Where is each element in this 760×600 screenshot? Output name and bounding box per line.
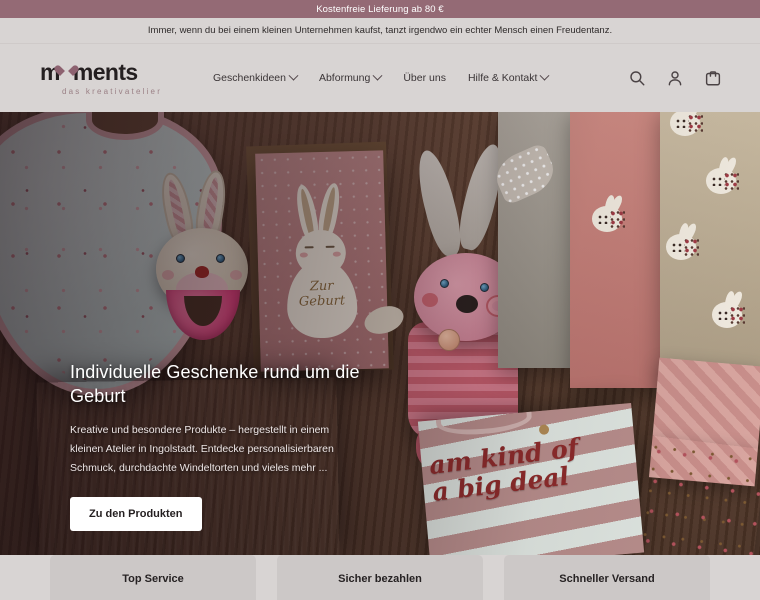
account-icon[interactable]: [666, 69, 684, 87]
service-card-top-service[interactable]: Top Service: [50, 555, 256, 600]
nav-item-ueber-uns[interactable]: Über uns: [403, 72, 446, 84]
nav-label: Hilfe & Kontakt: [467, 72, 538, 84]
service-card-label: Schneller Versand: [559, 573, 655, 585]
hero-banner: Zur Geburt: [0, 112, 760, 555]
nav-label: Geschenkideen: [213, 72, 286, 84]
hero-subtitle: Kreative und besondere Produkte – herges…: [70, 423, 334, 475]
logo-tagline: das kreativatelier: [62, 86, 163, 96]
nav-item-abformung[interactable]: Abformung: [318, 70, 383, 84]
service-card-label: Sicher bezahlen: [338, 573, 422, 585]
service-card-row: Top Service Sicher bezahlen Schneller Ve…: [0, 555, 760, 600]
announcement-sub-text: Immer, wenn du bei einem kleinen Unterne…: [147, 25, 613, 36]
hero-cta-button[interactable]: Zu den Produkten: [70, 496, 202, 531]
nav-item-geschenkideen[interactable]: Geschenkideen: [213, 70, 299, 84]
logo-wordmark: m ments: [40, 58, 185, 85]
service-card-schneller-versand[interactable]: Schneller Versand: [504, 555, 710, 600]
hero-title: Individuelle Geschenke rund um die Gebur…: [70, 362, 360, 407]
header-icon-group: [628, 69, 740, 87]
service-card-sicher-bezahlen[interactable]: Sicher bezahlen: [277, 555, 483, 600]
announcement-bar-top: Kostenfreie Lieferung ab 80 €: [0, 0, 760, 18]
chevron-down-icon: [539, 70, 550, 81]
chevron-down-icon: [288, 70, 299, 81]
nav-item-hilfe-kontakt[interactable]: Hilfe & Kontakt: [467, 70, 550, 84]
site-logo[interactable]: m ments das kreativatelier: [40, 58, 185, 96]
site-header: m ments das kreativatelier Geschenkideen…: [0, 44, 760, 112]
announcement-top-text: Kostenfreie Lieferung ab 80 €: [316, 3, 444, 15]
announcement-bar-secondary: Immer, wenn du bei einem kleinen Unterne…: [0, 18, 760, 44]
search-icon[interactable]: [628, 69, 646, 87]
nav-label: Über uns: [403, 72, 446, 84]
logo-word-post: ments: [72, 58, 138, 85]
heart-icon: [60, 65, 73, 77]
main-navigation: Geschenkideen Abformung Über uns Hilfe &…: [213, 70, 550, 84]
cart-icon[interactable]: [704, 69, 722, 87]
service-card-label: Top Service: [122, 573, 184, 585]
hero-content: Individuelle Geschenke rund um die Gebur…: [70, 360, 362, 531]
nav-label: Abformung: [318, 72, 371, 84]
chevron-down-icon: [372, 70, 383, 81]
